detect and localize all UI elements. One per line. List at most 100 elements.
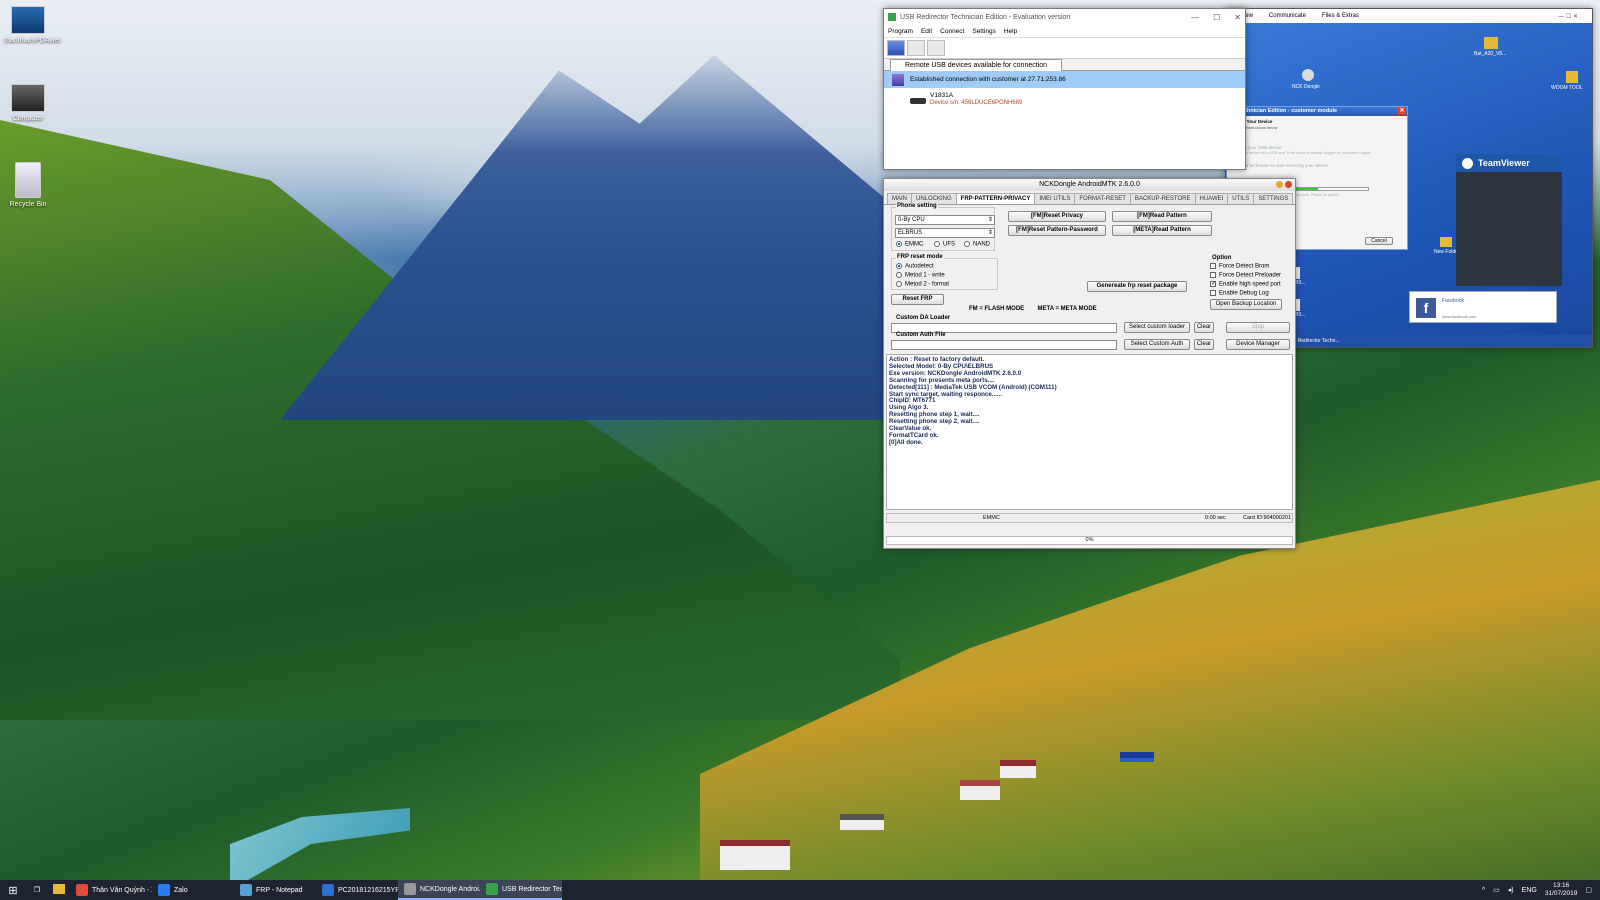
dropdown-arrow-icon: ⇕: [987, 230, 993, 236]
log-output[interactable]: Action : Reset to factory default. Select…: [886, 354, 1293, 510]
option-checkbox-0[interactable]: Force Detect Brom: [1210, 263, 1290, 272]
nck-tab-settings[interactable]: SETTINGS: [1253, 193, 1294, 204]
nck-tab-utils[interactable]: UTILS: [1227, 193, 1255, 204]
network-icon[interactable]: ▭: [1493, 886, 1500, 894]
volume-icon[interactable]: ◂): [1508, 886, 1514, 894]
reset-frp-button[interactable]: Reset FRP: [891, 294, 944, 305]
house: [1120, 752, 1154, 762]
fm-read-pattern-button[interactable]: [FM]Read Pattern: [1112, 211, 1212, 222]
task-view-button[interactable]: ❐: [26, 886, 48, 894]
brand-select[interactable]: ELBRUS ⇕: [895, 228, 995, 238]
storage-nand-radio[interactable]: NAND: [964, 241, 990, 248]
usb-redirector-titlebar[interactable]: USB Redirector Technician Edition - Eval…: [884, 9, 1245, 25]
checkbox-icon[interactable]: [1210, 290, 1216, 296]
close-icon[interactable]: [1285, 181, 1292, 188]
facebook-notification[interactable]: f Facebook www.facebook.com: [1409, 291, 1557, 323]
frp-mode-metod2-radio[interactable]: Metod 2 - format: [896, 281, 949, 288]
monitor-icon: [11, 6, 45, 34]
app-icon: [486, 883, 498, 895]
usb-redirector-window[interactable]: USB Redirector Technician Edition - Eval…: [883, 8, 1246, 170]
checkbox-icon[interactable]: [1210, 263, 1216, 269]
storage-emmc-radio[interactable]: EMMC: [896, 241, 923, 248]
taskbar-item-3[interactable]: PC20181216215YR...: [316, 880, 398, 900]
generate-frp-package-button[interactable]: Genereate frp reset package: [1087, 281, 1187, 292]
select-custom-loader-button[interactable]: Select custom loader: [1124, 322, 1190, 333]
option-checkbox-2[interactable]: ✓ Enable high speed port: [1210, 281, 1290, 290]
desktop-icon-thanhnam[interactable]: thanhnamPDAviet: [4, 6, 60, 44]
remote-files-menu[interactable]: Files & Extras: [1322, 13, 1359, 19]
menu-connect[interactable]: Connect: [940, 28, 964, 35]
select-custom-auth-button[interactable]: Select Custom Auth: [1124, 339, 1190, 350]
minimize-icon: —: [1191, 12, 1200, 22]
river: [230, 808, 410, 880]
app-icon: [76, 884, 88, 896]
fm-reset-privacy-button[interactable]: [FM]Reset Privacy: [1008, 211, 1106, 222]
usb-plug-tool-icon[interactable]: [907, 40, 925, 56]
storage-ufs-radio[interactable]: UFS: [934, 241, 955, 248]
app-icon: [158, 884, 170, 896]
custom-auth-field[interactable]: [891, 340, 1117, 350]
option-checkbox-3[interactable]: Enable Debug Log: [1210, 290, 1290, 299]
menu-settings[interactable]: Settings: [972, 28, 996, 35]
nck-tab-format-reset[interactable]: FORMAT-RESET: [1074, 193, 1131, 204]
taskbar-item-1[interactable]: Zalo: [152, 880, 234, 900]
menu-help[interactable]: Help: [1004, 28, 1017, 35]
nck-tabstrip: MAIN UNLOCKING FRP-PATTERN-PRIVACY IMEI UTI…: [884, 193, 1295, 205]
chevron-up-icon[interactable]: ^: [1482, 887, 1485, 894]
cancel-button[interactable]: Cancel: [1365, 237, 1393, 245]
close-icon[interactable]: ✕: [1398, 107, 1406, 115]
remote-communicate-menu[interactable]: Communicate: [1269, 13, 1306, 19]
language-indicator[interactable]: ENG: [1522, 887, 1537, 894]
open-backup-location-button[interactable]: Open Backup Location: [1210, 299, 1282, 310]
frp-mode-metod1-radio[interactable]: Metod 1 - write: [896, 272, 945, 279]
usb-unplug-tool-icon[interactable]: [927, 40, 945, 56]
option-checkbox-1[interactable]: Force Detect Preloader: [1210, 272, 1290, 281]
nck-dongle-window[interactable]: NCKDongle AndroidMTK 2.6.0.0 MAIN UNLOCKI…: [883, 178, 1296, 549]
nck-tab-imei-utils[interactable]: IMEI UTILS: [1034, 193, 1076, 204]
nck-titlebar[interactable]: NCKDongle AndroidMTK 2.6.0.0: [884, 179, 1295, 191]
log-line: ChipID: MT6771: [889, 397, 936, 405]
clear-auth-button[interactable]: Clear: [1194, 339, 1214, 350]
taskbar-item-5[interactable]: USB Redirector Tec...: [480, 880, 562, 900]
nck-tab-frp-pattern-privacy[interactable]: FRP-PATTERN-PRIVACY: [955, 193, 1036, 204]
desktop-icon-recycle-bin[interactable]: Recycle Bin: [4, 162, 52, 208]
teamviewer-panel[interactable]: TeamViewer: [1456, 154, 1562, 286]
remote-window-controls[interactable]: — ☐ ✕: [1558, 13, 1578, 20]
device-row[interactable]: V1831A Device s/n: 456LDUCE6PONH669: [884, 88, 1245, 128]
window-controls[interactable]: — ☐ ✕: [1191, 13, 1241, 22]
fm-reset-pattern-password-button[interactable]: [FM]Reset Pattern-Password: [1008, 225, 1106, 236]
taskbar-item-4[interactable]: NCKDongle Androi...: [398, 880, 480, 900]
taskbar-item-2[interactable]: FRP - Notepad: [234, 880, 316, 900]
stop-button[interactable]: Stop: [1226, 322, 1290, 333]
notification-icon[interactable]: ▢: [1585, 886, 1592, 894]
cpu-select[interactable]: 0-By CPU ⇕: [895, 215, 995, 225]
customer-module-title: tor Technician Edition - customer module…: [1227, 107, 1407, 116]
log-line: Start sync target, waiting responce.....…: [889, 390, 1003, 398]
tab-remote-usb-devices[interactable]: Remote USB devices available for connect…: [890, 59, 1063, 71]
connect-tool-icon[interactable]: [887, 40, 905, 56]
nck-tab-backup-restore[interactable]: BACKUP-RESTORE: [1129, 193, 1196, 204]
folder-icon: [1440, 237, 1452, 247]
teamviewer-logo-icon: [1462, 158, 1473, 169]
file-explorer-button[interactable]: [48, 884, 70, 896]
clock[interactable]: 13:16 31/07/2019: [1545, 882, 1578, 898]
log-line: [0]All done.: [889, 438, 923, 446]
checkbox-icon[interactable]: [1210, 272, 1216, 278]
meta-read-pattern-button[interactable]: [META]Read Pattern: [1112, 225, 1212, 236]
taskbar-items: Thân Văn Quỳnh - X...ZaloFRP - NotepadPC…: [70, 880, 562, 900]
device-manager-button[interactable]: Device Manager: [1226, 339, 1290, 350]
desktop-icon-computer[interactable]: Computer: [4, 84, 52, 122]
checkbox-icon[interactable]: ✓: [1210, 281, 1216, 287]
taskbar-item-0[interactable]: Thân Văn Quỳnh - X...: [70, 880, 152, 900]
nck-tab-huawei[interactable]: HUAWEI: [1194, 193, 1229, 204]
start-button[interactable]: ⊞: [0, 880, 26, 900]
minimize-icon[interactable]: [1276, 181, 1283, 188]
clear-loader-button[interactable]: Clear: [1194, 322, 1214, 333]
connection-row[interactable]: Established connection with customer at …: [884, 71, 1245, 88]
frp-mode-autodetect-radio[interactable]: Autodetect: [896, 263, 934, 270]
progress-bar: 0%: [886, 536, 1293, 545]
menu-program[interactable]: Program: [888, 28, 913, 35]
menu-edit[interactable]: Edit: [921, 28, 932, 35]
taskbar: ⊞ ❐ Thân Văn Quỳnh - X...ZaloFRP - Notep…: [0, 880, 1600, 900]
usb-redirector-title: USB Redirector Technician Edition - Eval…: [900, 13, 1071, 21]
